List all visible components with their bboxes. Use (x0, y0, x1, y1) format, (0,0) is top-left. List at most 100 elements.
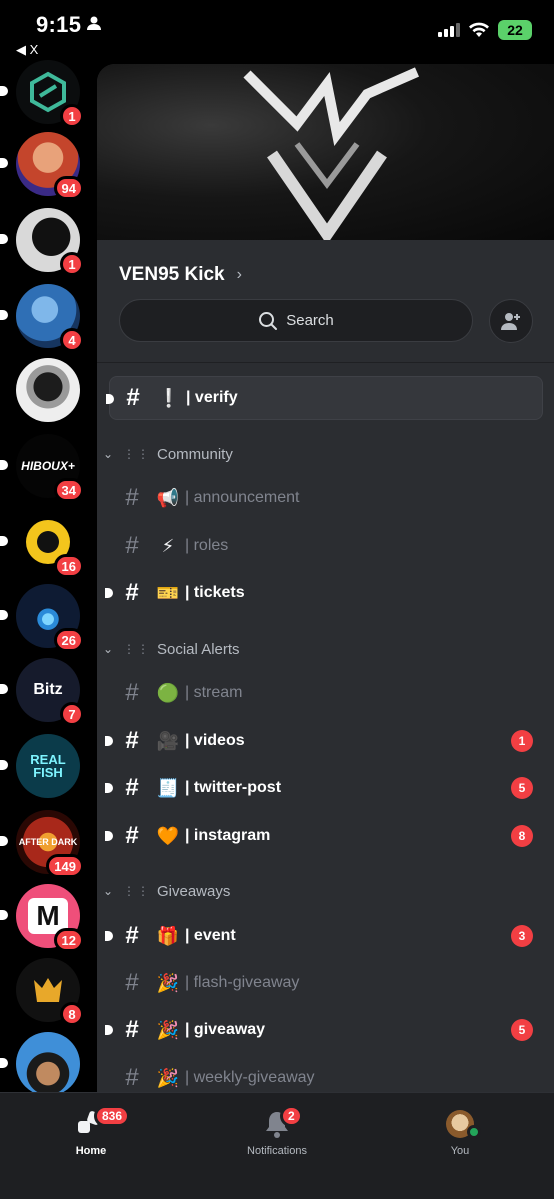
mention-badge: 1 (511, 730, 533, 752)
chevron-down-icon: ⌄ (103, 642, 114, 656)
channel-name: | instagram (185, 827, 271, 844)
server-icon[interactable]: Bitz 7 (0, 658, 84, 726)
home-badge: 836 (94, 1105, 131, 1127)
channel-event[interactable]: # 🎁 | event 3 (105, 914, 543, 958)
server-icon[interactable]: REAL FISH (0, 734, 80, 798)
hashtag-icon: # (125, 774, 139, 801)
unread-indicator (0, 910, 8, 920)
server-rail: 1 94 1 4 HIBOUX+ 34 16 26 Bitz 7 REAL FI… (0, 0, 97, 1092)
server-icon[interactable]: AFTER DARK 149 (0, 810, 84, 878)
category-giveaways[interactable]: ⌄ ⋮⋮ Giveaways (103, 879, 230, 903)
server-icon[interactable]: 8 (16, 958, 84, 1026)
mention-badge: 8 (60, 1002, 84, 1026)
channel-giveaway[interactable]: # 🎉 | giveaway 5 (105, 1008, 543, 1052)
bottom-tab-bar: 836 Home 2 Notifications You (0, 1092, 554, 1199)
channel-name: | tickets (185, 584, 245, 601)
mention-badge: 149 (46, 854, 84, 878)
mention-badge: 8 (511, 825, 533, 847)
server-icon[interactable]: M 12 (0, 884, 84, 952)
unread-indicator (0, 536, 8, 546)
unread-indicator (0, 610, 8, 620)
server-icon[interactable]: 94 (0, 132, 84, 200)
server-icon[interactable]: 1 (0, 208, 84, 276)
hashtag-icon: # (125, 679, 139, 706)
server-icon[interactable]: 16 (0, 510, 84, 578)
hashtag-icon: # (126, 384, 140, 411)
tab-home[interactable]: 836 Home (31, 1105, 151, 1157)
chevron-down-icon: ⌄ (103, 447, 114, 461)
status-bar: 9:15 ◀ X 22 (0, 0, 554, 58)
unread-indicator (0, 310, 8, 320)
server-banner-logo (243, 67, 420, 245)
channel-name: | videos (185, 732, 245, 749)
category-label: Giveaways (157, 882, 231, 900)
mention-badge: 7 (60, 702, 84, 726)
mention-badge: 3 (511, 925, 533, 947)
server-icon[interactable] (0, 1032, 80, 1092)
server-name-header[interactable]: VEN95 Kick › (119, 264, 242, 286)
mention-badge: 5 (511, 777, 533, 799)
channel-flash-giveaway[interactable]: # 🎉 | flash-giveaway (109, 961, 543, 1005)
unread-indicator (0, 1058, 8, 1068)
hashtag-icon: # (125, 1016, 139, 1043)
unread-indicator (0, 234, 8, 244)
tab-you[interactable]: You (400, 1107, 520, 1157)
category-community[interactable]: ⌄ ⋮⋮ Community (103, 442, 233, 466)
server-avatar: REAL FISH (16, 734, 80, 798)
channel-name: | flash-giveaway (185, 974, 300, 991)
channel-stream[interactable]: # 🟢 | stream (109, 671, 543, 715)
channel-name: | stream (185, 684, 243, 701)
server-icon[interactable]: 26 (0, 584, 84, 652)
channel-tickets[interactable]: # 🎫 | tickets (105, 571, 543, 615)
lightning-icon: ⚡ (161, 535, 175, 556)
unread-indicator (0, 158, 8, 168)
hashtag-icon: # (125, 969, 139, 996)
mention-badge: 26 (53, 628, 84, 652)
cellular-signal-icon (438, 23, 460, 37)
invite-members-button[interactable] (489, 299, 533, 343)
add-person-icon (501, 313, 520, 330)
chevron-right-icon: › (236, 266, 242, 283)
hashtag-icon: # (125, 822, 139, 849)
server-icon[interactable]: 1 (0, 60, 84, 128)
drag-handle-icon: ⋮⋮ (123, 884, 151, 898)
hashtag-icon: # (125, 484, 139, 511)
drag-handle-icon: ⋮⋮ (123, 447, 151, 461)
clock: 9:15 (36, 12, 82, 37)
drag-handle-icon: ⋮⋮ (123, 642, 151, 656)
video-camera-icon: 🎥 (156, 730, 180, 751)
person-icon (87, 16, 101, 30)
bell-icon: 2 (260, 1105, 303, 1141)
mention-badge: 4 (60, 328, 84, 352)
crown-logo-icon (34, 978, 62, 1002)
server-icon[interactable]: 4 (0, 284, 84, 352)
party-popper-icon: 🎉 (156, 972, 180, 993)
server-icon[interactable] (16, 358, 80, 422)
channel-name: | giveaway (185, 1021, 266, 1038)
unread-indicator (0, 836, 8, 846)
hashtag-icon: # (125, 579, 139, 606)
channel-roles[interactable]: # ⚡ | roles (109, 524, 543, 568)
category-label: Social Alerts (157, 640, 240, 658)
channel-videos[interactable]: # 🎥 | videos 1 (105, 719, 543, 763)
channel-verify[interactable]: # ❕ | verify (106, 376, 543, 420)
mention-badge: 16 (53, 554, 84, 578)
search-button[interactable]: Search (119, 299, 473, 342)
server-icon[interactable]: HIBOUX+ 34 (0, 434, 84, 502)
wifi-icon (469, 22, 489, 37)
category-social-alerts[interactable]: ⌄ ⋮⋮ Social Alerts (103, 637, 240, 661)
hashtag-icon: # (125, 1064, 139, 1091)
channel-weekly-giveaway[interactable]: # 🎉 | weekly-giveaway (109, 1056, 543, 1092)
channel-announcement[interactable]: # 📢 | announcement (109, 476, 543, 520)
tab-label: Home (75, 1145, 107, 1157)
exclamation-icon: ❕ (157, 387, 181, 408)
server-avatar (16, 358, 80, 422)
channel-instagram[interactable]: # 🧡 | instagram 8 (105, 814, 543, 858)
server-avatar (16, 1032, 80, 1092)
party-popper-icon: 🎉 (156, 1067, 180, 1088)
tab-notifications[interactable]: 2 Notifications (217, 1105, 337, 1157)
channel-name: | roles (185, 537, 229, 554)
back-to-app-link[interactable]: ◀ X (16, 42, 38, 58)
channel-twitter-post[interactable]: # 🧾 | twitter-post 5 (105, 766, 543, 810)
green-circle-icon: 🟢 (156, 682, 180, 703)
